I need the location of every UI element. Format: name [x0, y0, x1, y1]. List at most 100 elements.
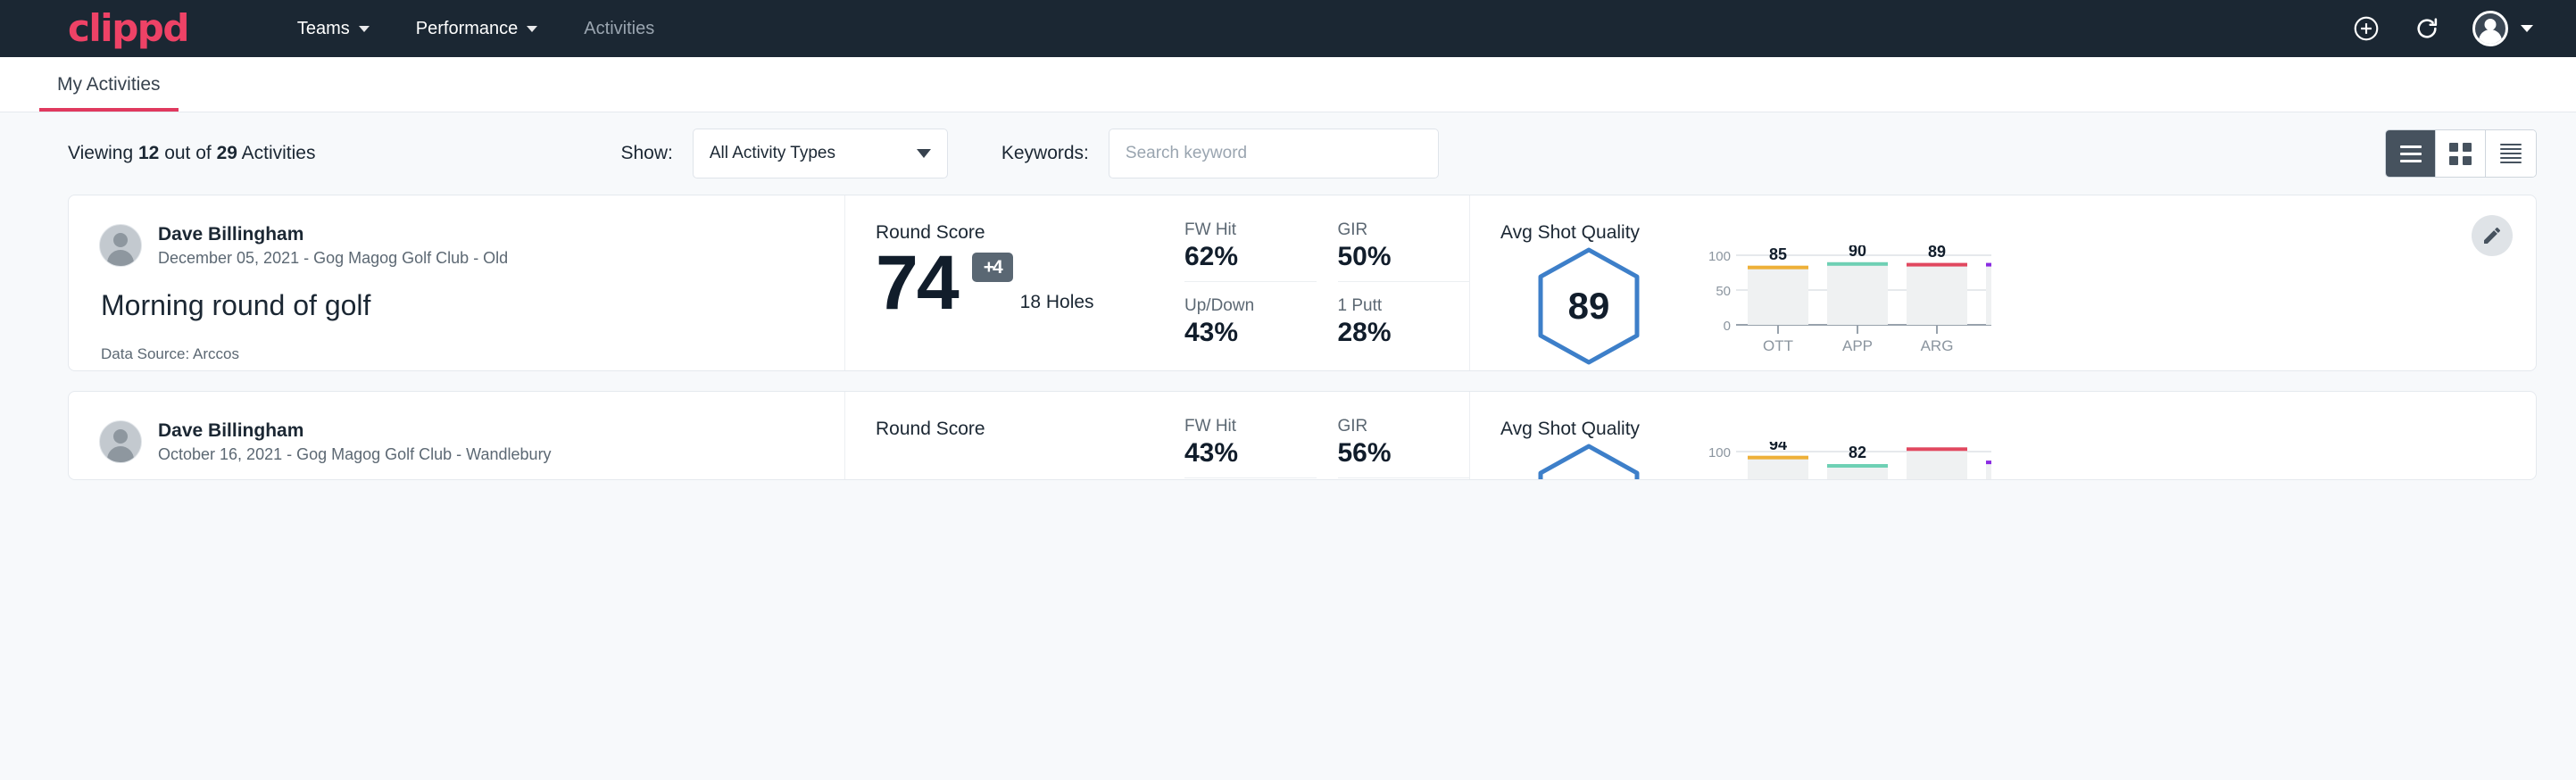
keywords-label: Keywords:	[1001, 143, 1089, 164]
stat-fw-hit: FW Hit 43%	[1184, 417, 1317, 478]
nav-actions	[2351, 11, 2533, 46]
shot-quality-label: Avg Shot Quality	[1500, 419, 2536, 440]
stat-value: 50%	[1338, 242, 1470, 272]
account-menu[interactable]	[2472, 11, 2533, 46]
stat-label: 1 Putt	[1338, 296, 1470, 316]
shot-quality-section: Avg Shot Quality 89 100	[1470, 195, 2536, 370]
svg-text:85: 85	[1769, 245, 1787, 263]
stat-one-putt: 1 Putt 28%	[1338, 296, 1470, 357]
nav-item-activities-label: Activities	[584, 19, 654, 39]
svg-text:89: 89	[1928, 245, 1946, 261]
refresh-icon	[2413, 14, 2441, 43]
compact-view-icon	[2500, 144, 2522, 163]
stat-gir: GIR 56%	[1338, 417, 1470, 478]
view-mode-compact[interactable]	[2486, 130, 2536, 177]
svg-text:100: 100	[1708, 249, 1731, 264]
tab-bar: My Activities	[0, 57, 2576, 112]
search-input[interactable]	[1109, 129, 1439, 178]
avatar	[99, 420, 142, 463]
chevron-down-icon	[917, 149, 931, 158]
round-score-label: Round Score	[876, 419, 1184, 440]
shot-quality-value	[1534, 442, 1643, 480]
nav-item-activities[interactable]: Activities	[561, 19, 677, 39]
round-score-value: 74 +4	[876, 247, 958, 320]
chevron-down-icon	[2521, 25, 2533, 32]
list-view-icon	[2400, 145, 2422, 162]
shot-quality-section: Avg Shot Quality 100 50 0	[1470, 392, 2536, 479]
svg-text:106: 106	[1924, 442, 1950, 445]
activity-author: Dave Billingham December 05, 2021 - Gog …	[99, 222, 844, 270]
activity-meta: October 16, 2021 - Gog Magog Golf Club -…	[158, 444, 552, 465]
shot-quality-hexagon	[1534, 442, 1643, 480]
show-label: Show:	[620, 143, 672, 164]
add-button[interactable]	[2351, 13, 2381, 44]
nav-item-performance-label: Performance	[416, 19, 519, 39]
round-score-section: Round Score 74 +4 18 Holes	[845, 195, 1184, 370]
view-mode-grid[interactable]	[2436, 130, 2486, 177]
holes-count: 18 Holes	[1020, 292, 1094, 320]
svg-text:100: 100	[1708, 445, 1731, 461]
stat-value: 43%	[1184, 438, 1317, 469]
activity-summary: Dave Billingham December 05, 2021 - Gog …	[69, 195, 845, 370]
author-name: Dave Billingham	[158, 419, 552, 444]
grid-view-icon	[2449, 143, 2472, 165]
author-name: Dave Billingham	[158, 222, 508, 247]
view-mode-list[interactable]	[2386, 130, 2436, 177]
viewing-count: 12	[138, 143, 159, 163]
svg-text:90: 90	[1849, 245, 1866, 260]
stat-label: FW Hit	[1184, 417, 1317, 436]
activity-author: Dave Billingham October 16, 2021 - Gog M…	[99, 419, 844, 466]
activity-card[interactable]: Dave Billingham October 16, 2021 - Gog M…	[68, 391, 2537, 480]
shot-quality-label: Avg Shot Quality	[1500, 222, 2536, 244]
avatar	[99, 224, 142, 267]
tab-my-activities-label: My Activities	[57, 74, 161, 95]
svg-text:50: 50	[1716, 284, 1731, 299]
top-navigation-bar: clippd Teams Performance Activities	[0, 0, 2576, 57]
activity-type-value: All Activity Types	[710, 144, 917, 163]
avatar	[2472, 11, 2508, 46]
nav-item-teams[interactable]: Teams	[274, 19, 393, 39]
activity-type-select[interactable]: All Activity Types	[693, 129, 948, 178]
refresh-button[interactable]	[2412, 13, 2442, 44]
round-stats: FW Hit 43% GIR 56%	[1184, 392, 1470, 479]
tab-my-activities[interactable]: My Activities	[39, 74, 179, 112]
stat-value: 62%	[1184, 242, 1317, 272]
svg-text:APP: APP	[1842, 337, 1873, 354]
data-source: Data Source: Arccos	[101, 345, 844, 363]
show-filter-group: Show: All Activity Types	[620, 129, 947, 178]
stat-label: GIR	[1338, 220, 1470, 240]
chevron-down-icon	[359, 26, 370, 32]
viewing-mid: out of	[159, 143, 216, 163]
edit-activity-button[interactable]	[2472, 215, 2513, 256]
viewing-total: 29	[217, 143, 237, 163]
svg-text:0: 0	[1724, 319, 1731, 334]
viewing-suffix: Activities	[237, 143, 316, 163]
stat-fw-hit: FW Hit 62%	[1184, 220, 1317, 282]
stat-gir: GIR 50%	[1338, 220, 1470, 282]
filter-toolbar: Viewing 12 out of 29 Activities Show: Al…	[0, 112, 2576, 195]
svg-text:OTT: OTT	[1763, 337, 1793, 354]
stat-label: Up/Down	[1184, 296, 1317, 316]
round-score-number: 74	[876, 240, 958, 326]
clippd-logo[interactable]: clippd	[68, 10, 188, 47]
primary-nav-links: Teams Performance Activities	[274, 19, 677, 39]
svg-text:82: 82	[1849, 444, 1866, 461]
activity-meta: December 05, 2021 - Gog Magog Golf Club …	[158, 247, 508, 269]
bar-chart: 100 50 0 85 90 89	[1706, 245, 1991, 367]
shot-quality-value: 89	[1534, 245, 1643, 367]
svg-text:94: 94	[1769, 442, 1787, 453]
view-mode-toggle	[2385, 129, 2537, 178]
activity-title: Morning round of golf	[101, 289, 844, 322]
bar-chart: 100 50 0 94 82 106 8	[1706, 442, 1991, 480]
stat-label: FW Hit	[1184, 220, 1317, 240]
stat-up-down: Up/Down 43%	[1184, 296, 1317, 357]
activity-list: Dave Billingham December 05, 2021 - Gog …	[0, 195, 2576, 480]
shot-quality-chart: 100 50 0 85 90 89	[1706, 245, 1991, 371]
shot-quality-hexagon: 89	[1534, 245, 1643, 367]
stat-value: 43%	[1184, 318, 1317, 348]
activity-card[interactable]: Dave Billingham December 05, 2021 - Gog …	[68, 195, 2537, 371]
round-stats: FW Hit 62% GIR 50% Up/Down 43% 1 Putt 28…	[1184, 195, 1470, 370]
viewing-summary: Viewing 12 out of 29 Activities	[68, 143, 315, 164]
nav-item-performance[interactable]: Performance	[393, 19, 561, 39]
viewing-prefix: Viewing	[68, 143, 138, 163]
